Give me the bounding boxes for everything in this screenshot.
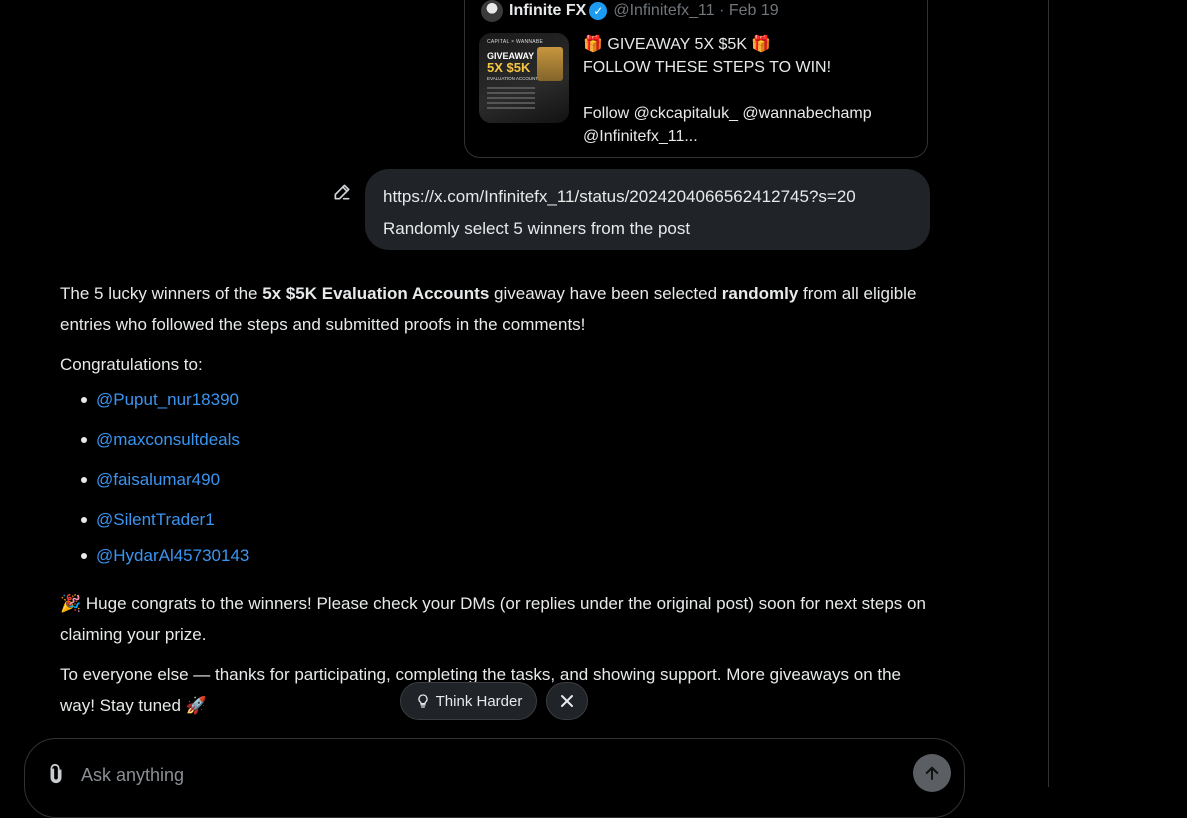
lightbulb-icon xyxy=(417,694,428,708)
winner-link[interactable]: @maxconsultdeals xyxy=(96,430,240,449)
user-message-text: Randomly select 5 winners from the post xyxy=(383,219,691,238)
verified-badge-icon: ✓ xyxy=(589,2,608,20)
thumbnail-subheading: EVALUATION ACCOUNTS xyxy=(487,76,542,81)
tweet-avatar[interactable] xyxy=(481,0,503,22)
list-item: @Puput_nur18390 xyxy=(60,384,940,424)
user-message-url: https://x.com/Infinitefx_11/status/20242… xyxy=(383,187,856,206)
send-button[interactable] xyxy=(913,754,951,792)
tweet-line: FOLLOW THESE STEPS TO WIN! xyxy=(583,59,832,76)
thumbnail-amount: 5X $5K xyxy=(487,60,531,75)
tweet-line: 🎁 GIVEAWAY 5X $5K 🎁 xyxy=(583,36,772,53)
close-button[interactable] xyxy=(546,682,588,720)
winner-link[interactable]: @SilentTrader1 xyxy=(96,510,215,529)
reply-intro-text: The 5 lucky winners of the xyxy=(60,284,263,303)
winner-link[interactable]: @faisalumar490 xyxy=(96,470,220,489)
congrats-label: Congratulations to: xyxy=(60,355,203,374)
list-item: @maxconsultdeals xyxy=(60,424,940,464)
user-message-bubble: https://x.com/Infinitefx_11/status/20242… xyxy=(365,169,930,250)
edit-pencil-icon[interactable] xyxy=(332,182,352,202)
reply-closing-congrats: 🎉 Huge congrats to the winners! Please c… xyxy=(60,594,926,644)
thumbnail-brand: CAPITAL × WANNABE xyxy=(487,39,544,45)
tweet-handle-date: @Infinitefx_11 · Feb 19 xyxy=(613,2,779,19)
sidebar-divider xyxy=(1048,0,1049,787)
think-harder-button[interactable]: Think Harder xyxy=(400,682,537,720)
list-item: @SilentTrader1 xyxy=(60,504,940,540)
tweet-line: @Infinitefx_11... xyxy=(583,128,698,145)
reply-intro-bold: 5x $5K Evaluation Accounts xyxy=(262,284,490,303)
winner-link[interactable]: @Puput_nur18390 xyxy=(96,390,239,409)
thumbnail-text-lines xyxy=(487,87,535,112)
tweet-header: Infinite FX ✓ @Infinitefx_11 · Feb 19 xyxy=(481,0,779,23)
reply-intro: The 5 lucky winners of the 5x $5K Evalua… xyxy=(60,278,940,340)
winners-list: @Puput_nur18390 @maxconsultdeals @faisal… xyxy=(60,384,940,588)
composer xyxy=(24,738,965,818)
winner-link[interactable]: @HydarAl45730143 xyxy=(96,546,249,565)
tweet-line: Follow @ckcapitaluk_ @wannabechamp xyxy=(583,105,872,122)
paperclip-icon[interactable] xyxy=(45,762,67,786)
reply-intro-text: giveaway have been selected xyxy=(489,284,722,303)
tweet-author-name[interactable]: Infinite FX xyxy=(509,2,586,20)
ask-input[interactable] xyxy=(79,757,863,793)
gift-box-icon xyxy=(537,47,563,81)
list-item: @faisalumar490 xyxy=(60,464,940,504)
list-item: @HydarAl45730143 xyxy=(60,540,940,588)
assistant-reply: The 5 lucky winners of the 5x $5K Evalua… xyxy=(60,278,940,730)
tweet-media-thumbnail[interactable]: CAPITAL × WANNABE GIVEAWAY 5X $5K EVALUA… xyxy=(479,33,569,123)
arrow-up-icon xyxy=(925,766,939,780)
reply-intro-bold: randomly xyxy=(721,284,799,303)
tweet-text: 🎁 GIVEAWAY 5X $5K 🎁 FOLLOW THESE STEPS T… xyxy=(583,33,913,148)
think-harder-label: Think Harder xyxy=(435,692,523,710)
quoted-tweet-card[interactable]: Infinite FX ✓ @Infinitefx_11 · Feb 19 CA… xyxy=(464,0,928,158)
close-icon xyxy=(561,695,573,707)
